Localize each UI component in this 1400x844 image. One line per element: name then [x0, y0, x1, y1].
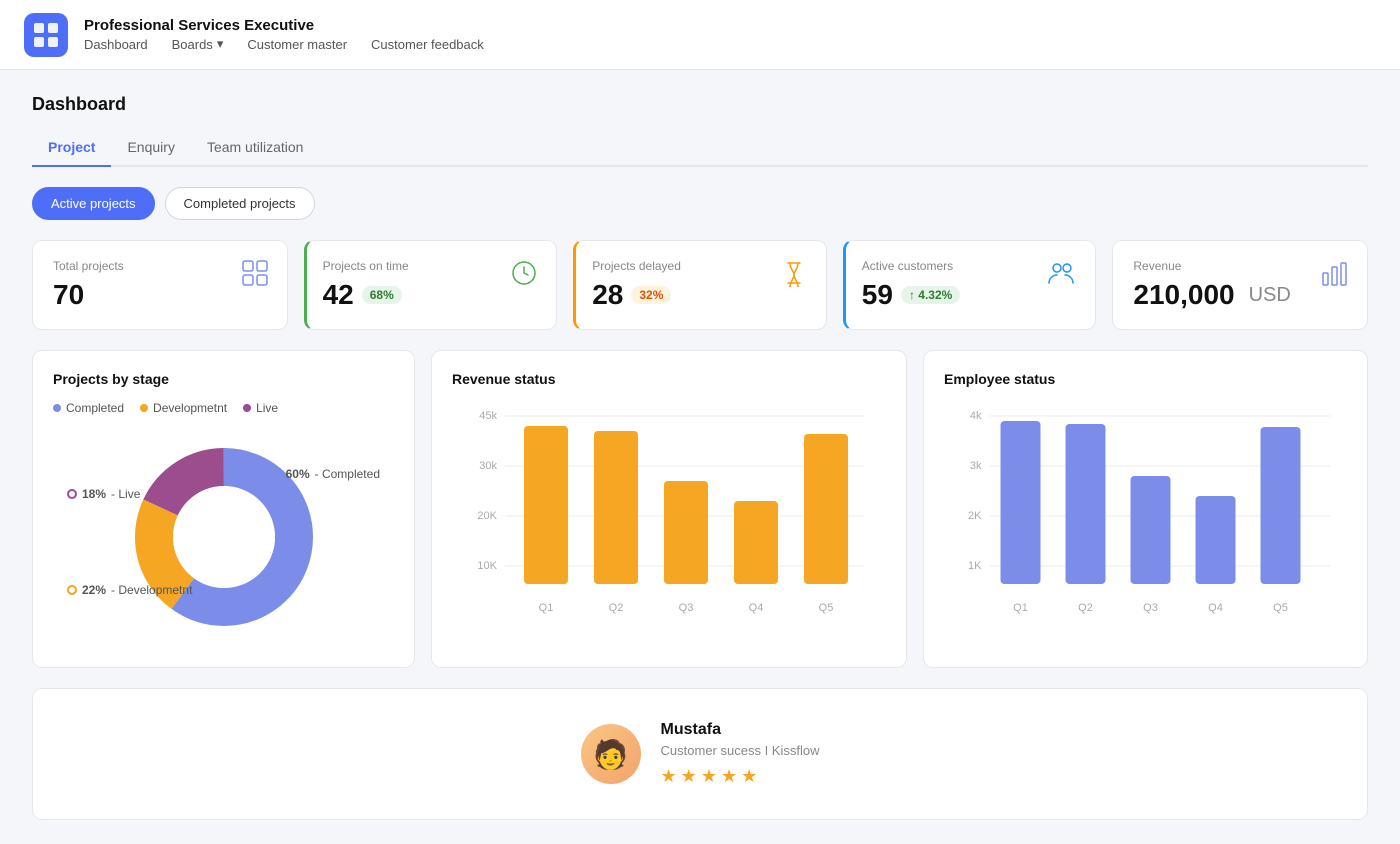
kpi-delayed-value: 28 32% [592, 279, 806, 311]
svg-text:4k: 4k [970, 410, 982, 422]
employee-status-title: Employee status [944, 371, 1347, 387]
reviewer-info: Mustafa Customer sucess I Kissflow ★ ★ ★… [661, 721, 820, 787]
completed-projects-button[interactable]: Completed projects [165, 187, 315, 220]
main-content: Dashboard Project Enquiry Team utilizati… [0, 70, 1400, 844]
svg-text:Q5: Q5 [1273, 602, 1288, 614]
svg-text:Q1: Q1 [539, 602, 554, 614]
kpi-revenue-value: 210,000 USD [1133, 279, 1347, 311]
grid-icon [241, 259, 269, 292]
chevron-down-icon: ▾ [217, 36, 224, 52]
legend-live: Live [243, 401, 278, 415]
app-logo [24, 13, 68, 57]
kpi-customers: Active customers 59 ↑ 4.32% [843, 240, 1097, 330]
reviewer-name: Mustafa [661, 721, 820, 739]
tab-project[interactable]: Project [32, 131, 111, 167]
development-dot [140, 404, 148, 412]
kpi-revenue: Revenue 210,000 USD [1112, 240, 1368, 330]
svg-text:Q2: Q2 [609, 602, 624, 614]
tab-enquiry[interactable]: Enquiry [111, 131, 190, 167]
kpi-total-projects: Total projects 70 [32, 240, 288, 330]
nav-boards[interactable]: Boards ▾ [172, 36, 224, 52]
active-projects-button[interactable]: Active projects [32, 187, 155, 220]
reviewer-avatar: 🧑 [581, 724, 641, 784]
svg-text:45k: 45k [479, 410, 497, 422]
employee-bar-chart: 4k 3k 2K 1K Q1 Q2 Q3 Q4 [944, 401, 1347, 621]
svg-text:Q3: Q3 [1143, 602, 1158, 614]
review-wrapper: 🧑 Mustafa Customer sucess I Kissflow ★ ★… [581, 721, 820, 787]
kpi-customers-label: Active customers [862, 259, 1076, 273]
view-toggle: Active projects Completed projects [32, 187, 1368, 220]
development-dot-outline [67, 585, 77, 595]
svg-text:Q3: Q3 [679, 602, 694, 614]
star-4: ★ [721, 766, 737, 787]
svg-text:Q5: Q5 [819, 602, 834, 614]
kpi-delayed-badge: 32% [631, 286, 671, 304]
projects-stage-title: Projects by stage [53, 371, 394, 387]
kpi-delayed-label: Projects delayed [592, 259, 806, 273]
svg-text:20K: 20K [477, 510, 497, 522]
nav: Dashboard Boards ▾ Customer master Custo… [84, 36, 484, 52]
svg-text:10K: 10K [477, 560, 497, 572]
page-title: Dashboard [32, 94, 1368, 115]
hourglass-icon [780, 259, 808, 292]
revenue-status-card: Revenue status 45k 30k 20K 10K Q1 Q2 [431, 350, 907, 668]
charts-row: Projects by stage Completed Developmetnt… [32, 350, 1368, 668]
svg-text:Q1: Q1 [1013, 602, 1028, 614]
kpi-total-value: 70 [53, 279, 267, 311]
live-dot [243, 404, 251, 412]
nav-customer-master[interactable]: Customer master [247, 36, 347, 52]
svg-text:Q2: Q2 [1078, 602, 1093, 614]
star-5: ★ [741, 766, 757, 787]
kpi-delayed: Projects delayed 28 32% [573, 240, 827, 330]
bar-chart-icon [1321, 259, 1349, 292]
kpi-ontime-badge: 68% [362, 286, 402, 304]
kpi-on-time: Projects on time 42 68% [304, 240, 558, 330]
live-dot-outline [67, 489, 77, 499]
development-label: 22% - Developmetnt [67, 583, 192, 597]
header-info: Professional Services Executive Dashboar… [84, 17, 484, 52]
star-1: ★ [661, 766, 677, 787]
completed-label: 60% - Completed [271, 467, 380, 481]
svg-text:3k: 3k [970, 460, 982, 472]
reviewer-role: Customer sucess I Kissflow [661, 743, 820, 758]
kpi-total-label: Total projects [53, 259, 267, 273]
review-card: 🧑 Mustafa Customer sucess I Kissflow ★ ★… [32, 688, 1368, 820]
nav-dashboard[interactable]: Dashboard [84, 36, 148, 52]
donut-chart-wrapper: 18% - Live 60% - Completed 22% - Develop… [53, 427, 394, 647]
svg-text:30k: 30k [479, 460, 497, 472]
star-3: ★ [701, 766, 717, 787]
kpi-revenue-suffix: USD [1249, 284, 1291, 307]
employee-status-card: Employee status 4k 3k 2K 1K Q1 Q2 [923, 350, 1368, 668]
star-2: ★ [681, 766, 697, 787]
kpi-revenue-label: Revenue [1133, 259, 1347, 273]
completed-dot [53, 404, 61, 412]
svg-text:2K: 2K [968, 510, 982, 522]
star-rating: ★ ★ ★ ★ ★ [661, 766, 820, 787]
app-title: Professional Services Executive [84, 17, 484, 34]
tab-team-utilization[interactable]: Team utilization [191, 131, 320, 167]
nav-customer-feedback[interactable]: Customer feedback [371, 36, 484, 52]
users-icon [1045, 259, 1077, 292]
completed-dot-outline [271, 469, 281, 479]
live-label: 18% - Live [67, 487, 140, 501]
revenue-bar-chart: 45k 30k 20K 10K Q1 Q2 Q3 Q4 [452, 401, 886, 621]
kpi-customers-value: 59 ↑ 4.32% [862, 279, 1076, 311]
kpi-customers-badge: ↑ 4.32% [901, 286, 960, 304]
legend-completed: Completed [53, 401, 124, 415]
svg-text:1K: 1K [968, 560, 982, 572]
kpi-row: Total projects 70 Projects on time 42 68… [32, 240, 1368, 330]
svg-text:Q4: Q4 [1208, 602, 1223, 614]
header: Professional Services Executive Dashboar… [0, 0, 1400, 70]
stage-legend: Completed Developmetnt Live [53, 401, 394, 415]
kpi-ontime-label: Projects on time [323, 259, 537, 273]
clock-icon [510, 259, 538, 292]
tab-bar: Project Enquiry Team utilization [32, 131, 1368, 167]
kpi-ontime-value: 42 68% [323, 279, 537, 311]
revenue-status-title: Revenue status [452, 371, 886, 387]
legend-development: Developmetnt [140, 401, 227, 415]
svg-text:Q4: Q4 [749, 602, 764, 614]
projects-by-stage-card: Projects by stage Completed Developmetnt… [32, 350, 415, 668]
